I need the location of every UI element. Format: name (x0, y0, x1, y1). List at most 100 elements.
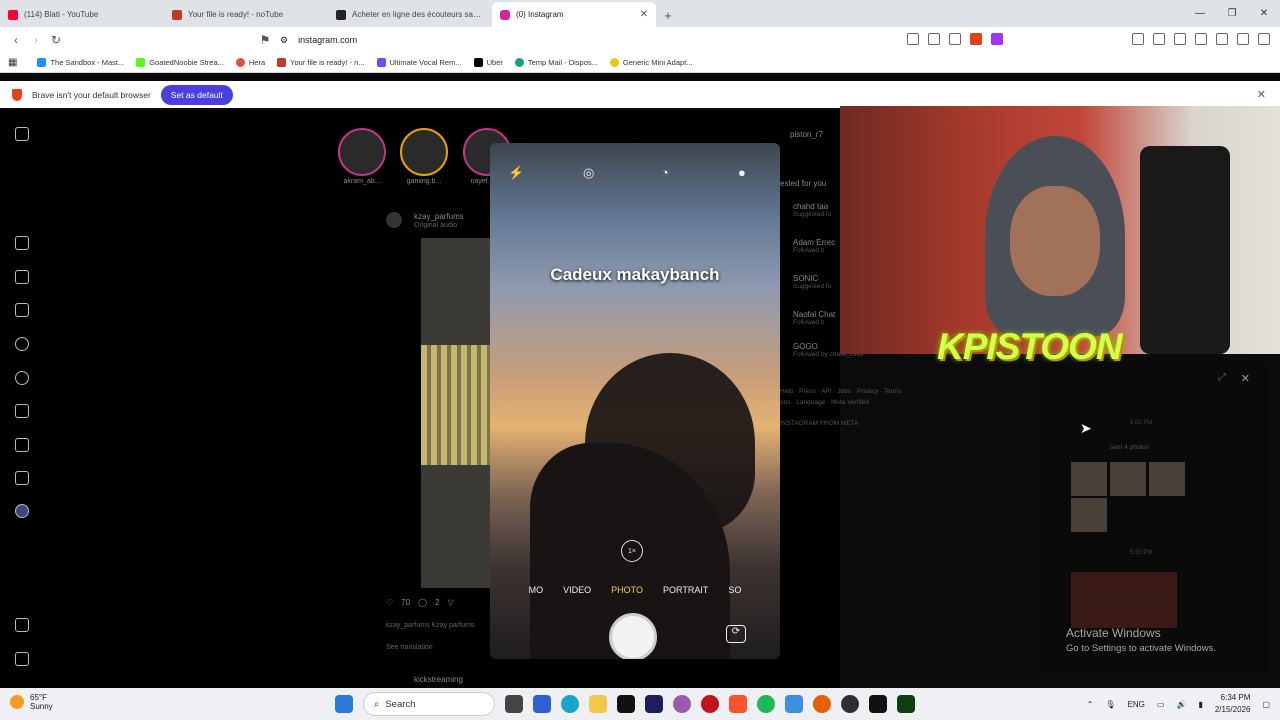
dm-photo-thumb[interactable] (1071, 498, 1107, 532)
battery-icon[interactable]: ▮ (1198, 700, 1202, 709)
suggestion-item[interactable]: GOGO Followed by chafik_zxtbl (793, 342, 863, 388)
set-default-button[interactable]: Set as default (160, 84, 233, 105)
tab-shop[interactable]: Acheter en ligne des écouteurs sans fil (328, 2, 492, 27)
dashboard-icon[interactable] (15, 471, 29, 485)
reload-icon[interactable]: ↻ (46, 33, 66, 47)
also-from-meta-icon[interactable] (15, 652, 29, 666)
brave-icon[interactable] (729, 695, 747, 713)
bookmark-item[interactable]: Your file is ready! - n... (277, 58, 365, 67)
like-icon[interactable]: ♡ (386, 598, 393, 607)
brave-rewards-icon[interactable] (991, 33, 1003, 45)
spotify-icon[interactable] (757, 695, 775, 713)
share-icon[interactable]: ▽ (447, 598, 453, 607)
menu-icon[interactable] (1258, 33, 1270, 45)
dm-photo-thumb[interactable] (1110, 462, 1146, 496)
bookmark-item[interactable]: Ultimate Vocal Rem... (376, 58, 462, 67)
notepad-icon[interactable] (785, 695, 803, 713)
weather-widget[interactable]: 65°F Sunny (10, 693, 53, 711)
tab-youtube[interactable]: (114) Blati - YouTube (0, 2, 164, 27)
close-infobar-icon[interactable]: ✕ (1257, 88, 1266, 101)
reels-icon[interactable] (15, 270, 29, 284)
tray-chevron-icon[interactable]: ⌃ (1087, 700, 1094, 709)
bookmark-item[interactable]: Generic Mini Adapt... (609, 58, 693, 67)
maximize-button[interactable]: ❐ (1216, 0, 1248, 27)
microphone-icon[interactable]: 🎙 (1105, 700, 1115, 709)
back-icon[interactable]: ‹ (6, 33, 26, 47)
comment-icon[interactable]: ◯ (418, 598, 427, 607)
copilot-icon[interactable] (673, 695, 691, 713)
next-post-author[interactable]: kickstreaming (414, 675, 463, 684)
forward-icon[interactable]: › (26, 33, 46, 47)
minimize-button[interactable]: — (1184, 0, 1216, 27)
bookmark-item[interactable]: Temp Mail - Dispos... (514, 58, 598, 67)
notifications-icon[interactable] (15, 404, 29, 418)
leo-icon[interactable] (1216, 33, 1228, 45)
create-icon[interactable] (15, 438, 29, 452)
clock[interactable]: 6:34 PM 2/15/2026 (1215, 692, 1251, 716)
zoom-icon[interactable] (907, 33, 919, 45)
search-icon[interactable] (15, 337, 29, 351)
brave-shields-icon[interactable] (970, 33, 982, 45)
footer-links[interactable]: Help · Press · API · Jobs · Privacy · Te… (780, 388, 902, 395)
suggestion-item[interactable]: chahd taa Suggested fo (793, 202, 840, 238)
footer-links-2[interactable]: ons · Language · Meta Verified (780, 399, 869, 406)
post-author-avatar[interactable] (386, 212, 402, 228)
sidebar-toggle-icon[interactable] (1132, 33, 1144, 45)
instagram-logo-icon[interactable] (15, 127, 29, 141)
volume-icon[interactable]: 🔊 (1176, 700, 1186, 709)
taskbar-search[interactable]: ⌕ Search (363, 692, 495, 716)
story-avatar[interactable] (400, 128, 448, 176)
messages-icon[interactable] (15, 303, 29, 317)
network-icon[interactable]: ▭ (1157, 700, 1165, 709)
edge-icon[interactable] (561, 695, 579, 713)
address-bar[interactable]: ⚙ instagram.com (280, 30, 1000, 50)
bookmark-item[interactable]: Uber (473, 58, 503, 67)
new-tab-button[interactable]: + (656, 3, 680, 27)
bookmark-item[interactable]: Hera (235, 58, 265, 67)
obs-icon[interactable] (841, 695, 859, 713)
reading-icon[interactable] (1174, 33, 1186, 45)
cast-icon[interactable] (928, 33, 940, 45)
dm-photo-thumb[interactable] (1071, 462, 1107, 496)
post-author[interactable]: kzay_parfums (414, 212, 464, 221)
story-avatar[interactable] (338, 128, 386, 176)
close-tab-icon[interactable]: ✕ (640, 9, 648, 20)
dm-media[interactable] (1071, 572, 1177, 628)
task-view-icon[interactable] (505, 695, 523, 713)
expand-chat-icon[interactable]: ⤢ (1218, 372, 1226, 383)
capcut-alt-icon[interactable] (869, 695, 887, 713)
tab-notube[interactable]: Your file is ready! - noTube (164, 2, 328, 27)
more-menu-icon[interactable] (15, 618, 29, 632)
apps-icon[interactable]: ▦ (8, 57, 17, 68)
wallet-icon[interactable] (1195, 33, 1207, 45)
capcut-icon[interactable] (617, 695, 635, 713)
site-settings-icon[interactable]: ⚙ (280, 35, 288, 46)
music-icon[interactable] (1153, 33, 1165, 45)
suggestion-item[interactable]: Adam Errec Followed b (793, 238, 840, 274)
language-indicator[interactable]: ENG (1128, 700, 1145, 709)
profile-username[interactable]: piston_r7 (790, 130, 840, 139)
firefox-icon[interactable] (813, 695, 831, 713)
kick-icon[interactable] (897, 695, 915, 713)
bookmark-icon[interactable]: ⚑ (255, 33, 275, 47)
suggestion-item[interactable]: SONIC Suggested fo (793, 274, 840, 310)
explore-icon[interactable] (15, 371, 29, 385)
bookmark-item[interactable]: The Sandbox - Mast... (37, 58, 124, 67)
suggestion-item[interactable]: Naofal Chat Followed b (793, 310, 840, 342)
share-icon[interactable] (949, 33, 961, 45)
file-explorer-icon[interactable] (589, 695, 607, 713)
premiere-icon[interactable] (645, 695, 663, 713)
tab-instagram[interactable]: (0) Instagram ✕ (492, 2, 656, 27)
close-window-button[interactable]: ✕ (1248, 0, 1280, 27)
dm-photo-thumb[interactable] (1149, 462, 1185, 496)
close-chat-icon[interactable]: ✕ (1241, 372, 1250, 385)
record-icon[interactable] (701, 695, 719, 713)
bookmark-item[interactable]: GoatedNoobie Strea... (136, 58, 224, 67)
profile-avatar[interactable] (15, 504, 29, 518)
home-icon[interactable] (15, 236, 29, 250)
notifications-icon[interactable]: ▢ (1262, 700, 1270, 709)
store-icon[interactable] (533, 695, 551, 713)
windows-start-icon[interactable] (335, 695, 353, 713)
see-translation-link[interactable]: See translation (386, 644, 433, 651)
vpn-icon[interactable] (1237, 33, 1249, 45)
